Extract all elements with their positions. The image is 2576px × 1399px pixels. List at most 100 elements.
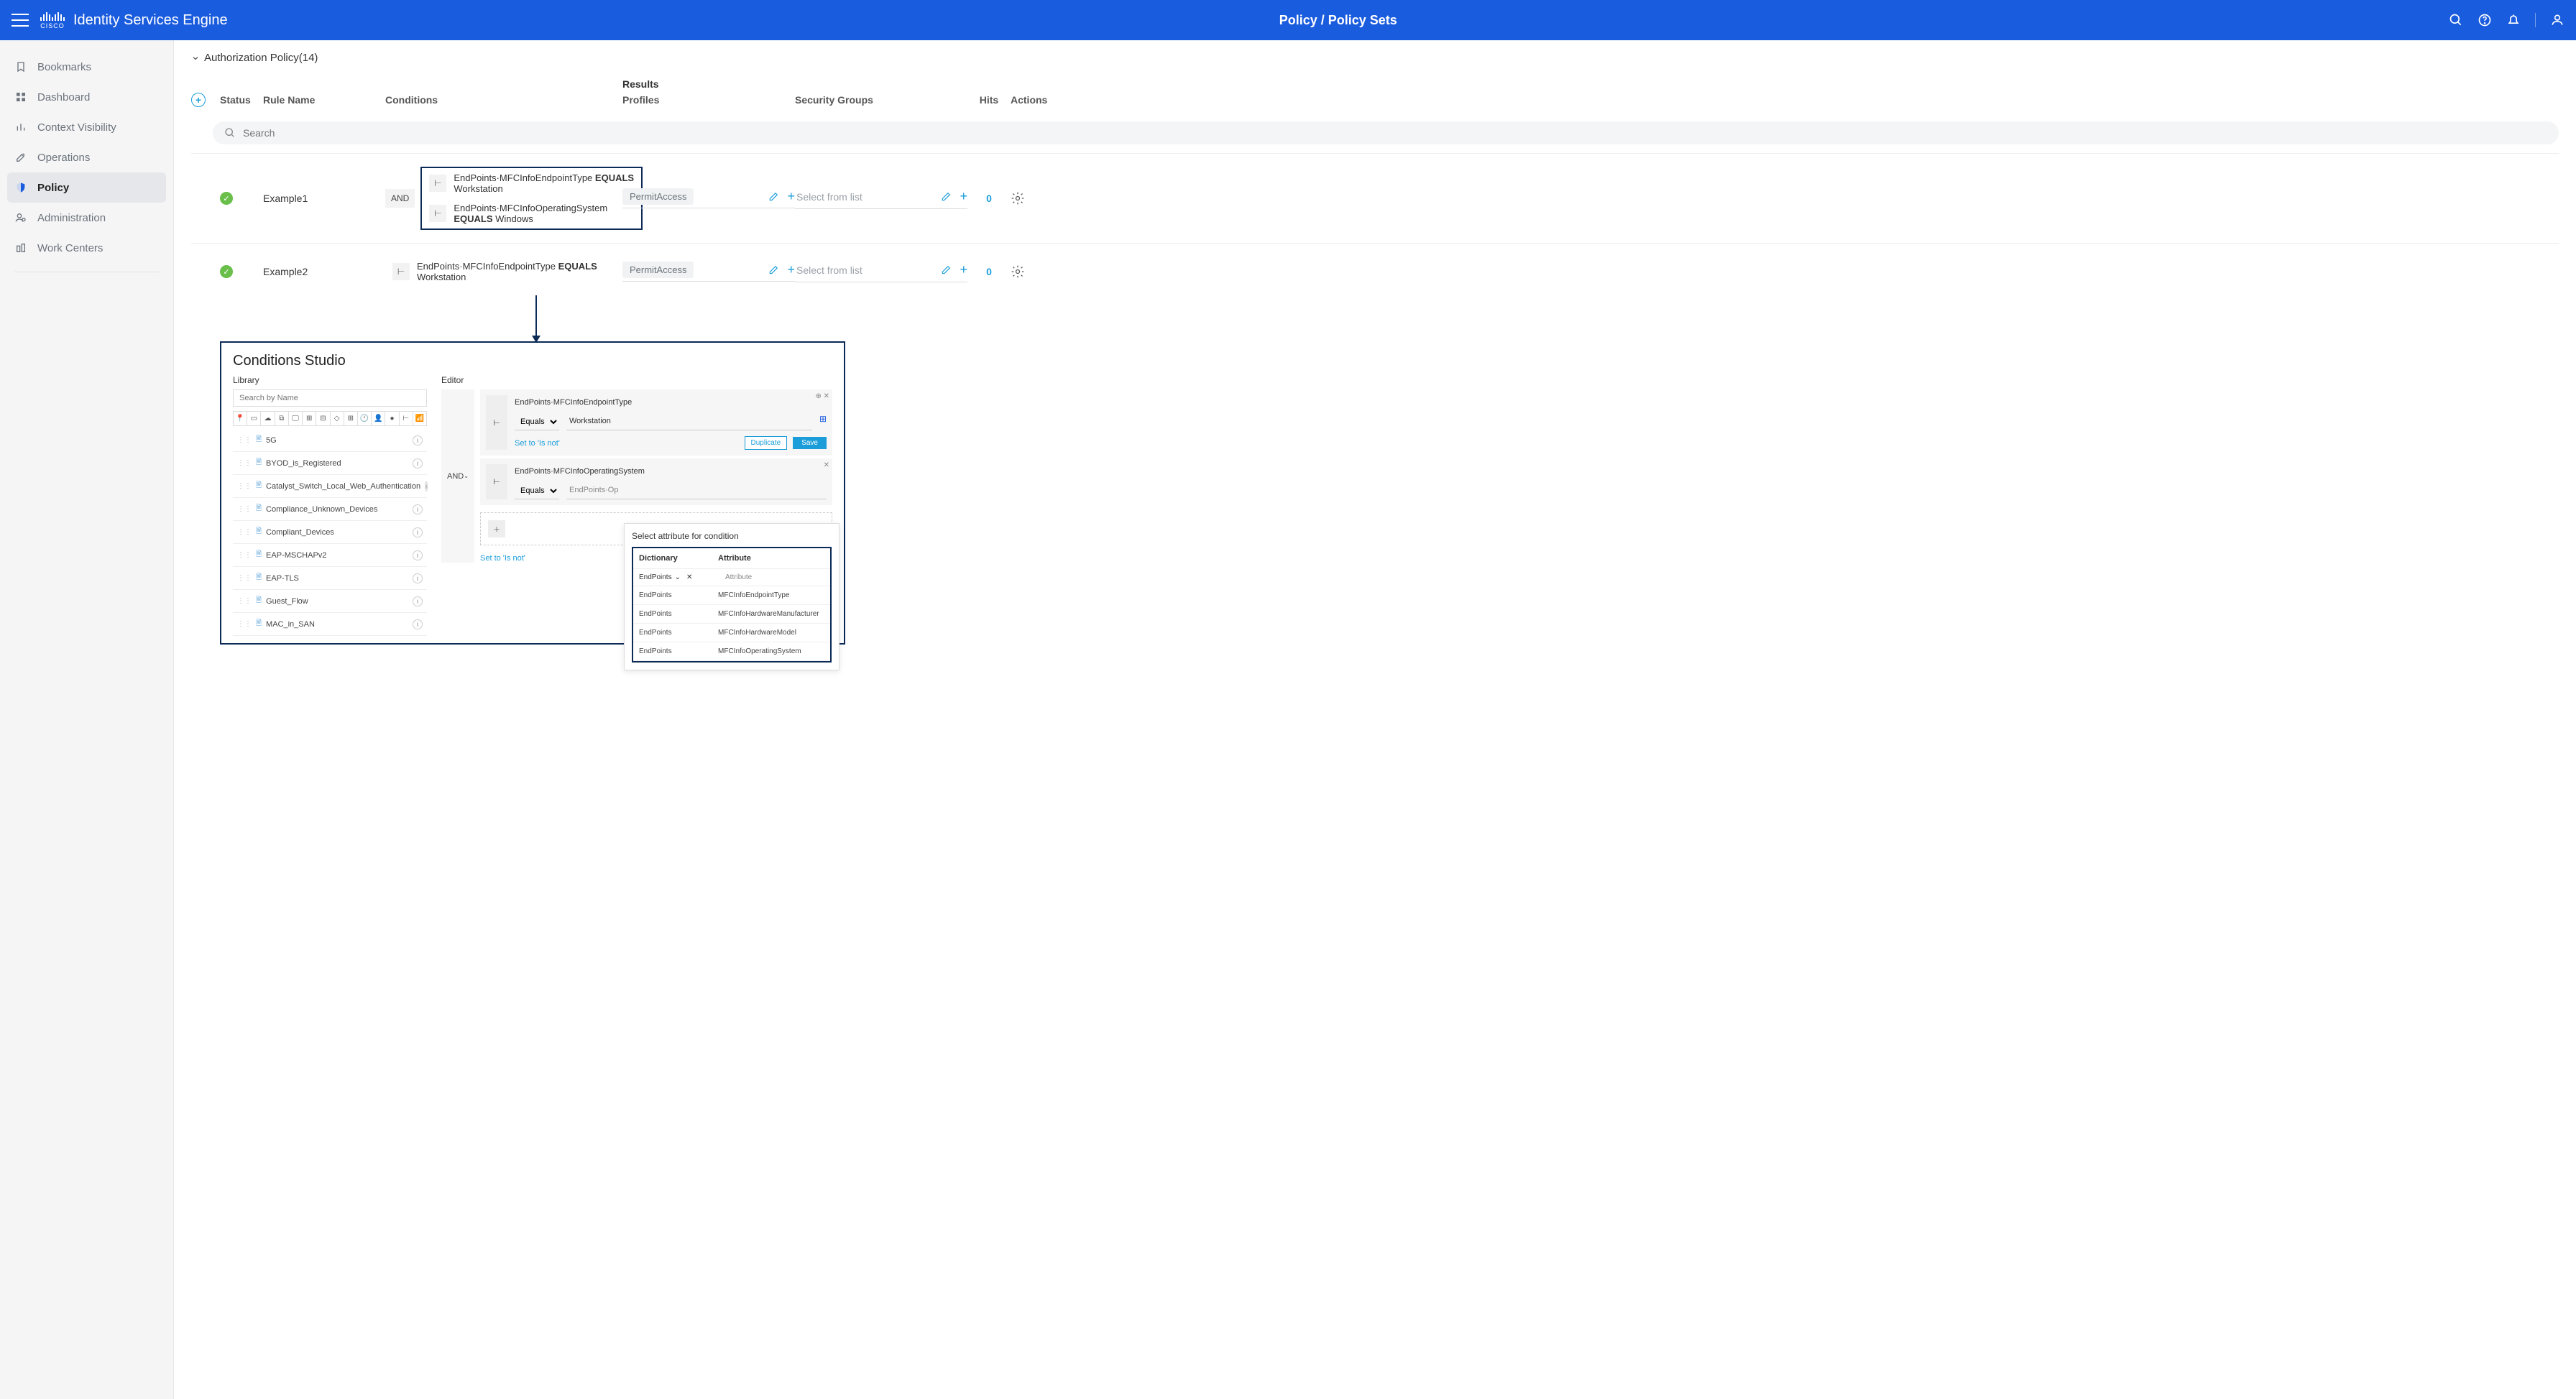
condition-attribute[interactable]: EndPoints·MFCInfoOperatingSystem xyxy=(515,464,827,479)
conditions-box[interactable]: ⊢ EndPoints·MFCInfoEndpointType EQUALSWo… xyxy=(420,167,643,230)
and-badge: AND xyxy=(385,189,415,208)
sidebar-item-operations[interactable]: Operations xyxy=(0,142,173,172)
info-icon[interactable]: i xyxy=(413,435,423,445)
value-input[interactable]: Workstation xyxy=(566,414,812,430)
conditions-box[interactable]: ⊢ EndPoints·MFCInfoEndpointType EQUALSWo… xyxy=(385,257,604,287)
filter-icon[interactable]: 🕐 xyxy=(358,412,372,425)
library-item[interactable]: ⋮⋮🗎EAP-MSCHAPv2i xyxy=(233,544,427,567)
row-actions-button[interactable] xyxy=(1011,264,1061,279)
add-icon[interactable]: + xyxy=(787,189,795,204)
library-item[interactable]: ⋮⋮🗎EAP-TLSi xyxy=(233,567,427,590)
drag-handle-icon[interactable]: ⋮⋮ xyxy=(237,597,252,605)
info-icon[interactable]: i xyxy=(413,458,423,468)
filter-location-icon[interactable]: 📍 xyxy=(234,412,247,425)
drag-handle-icon[interactable]: ⋮⋮ xyxy=(237,459,252,467)
filter-icon[interactable]: 👤 xyxy=(372,412,385,425)
col-attribute: Attribute xyxy=(718,554,751,563)
notification-icon[interactable] xyxy=(2506,13,2521,27)
value-input[interactable]: EndPoints·Op xyxy=(566,483,827,499)
drag-handle-icon[interactable]: ⋮⋮ xyxy=(237,528,252,536)
filter-icon[interactable]: ⧉ xyxy=(275,412,289,425)
operator-select[interactable]: Equals xyxy=(515,483,559,499)
drag-handle-icon[interactable]: ⋮⋮ xyxy=(237,436,252,444)
row-actions-button[interactable] xyxy=(1011,191,1061,206)
sidebar-item-dashboard[interactable]: Dashboard xyxy=(0,82,173,112)
filter-wifi-icon[interactable]: 📶 xyxy=(413,412,426,425)
document-icon: 🗎 xyxy=(256,595,262,607)
filter-icon[interactable]: ⊞ xyxy=(303,412,316,425)
info-icon[interactable]: i xyxy=(413,504,423,514)
save-button[interactable]: Save xyxy=(793,437,827,449)
filter-icon[interactable]: ⊞ xyxy=(344,412,358,425)
add-icon[interactable]: + xyxy=(960,189,967,204)
info-icon[interactable]: i xyxy=(413,573,423,583)
set-not-link[interactable]: Set to 'Is not' xyxy=(480,554,525,563)
filter-icon[interactable]: ⊟ xyxy=(316,412,330,425)
add-icon[interactable]: + xyxy=(787,262,795,277)
filter-icon[interactable]: ● xyxy=(385,412,399,425)
col-profiles: Profiles xyxy=(622,94,795,106)
duplicate-button[interactable]: Duplicate xyxy=(745,436,788,450)
sidebar-item-policy[interactable]: Policy xyxy=(7,172,166,203)
condition-attribute[interactable]: EndPoints·MFCInfoEndpointType xyxy=(515,395,827,410)
and-operator[interactable]: AND⌄ xyxy=(441,389,474,563)
library-item[interactable]: ⋮⋮🗎BYOD_is_Registeredi xyxy=(233,452,427,475)
duplicate-close-icons[interactable]: ⊕ ✕ xyxy=(815,392,829,400)
section-header[interactable]: Authorization Policy(14) xyxy=(191,52,2559,64)
user-icon[interactable] xyxy=(2550,13,2564,27)
search-input[interactable] xyxy=(243,127,2547,139)
attribute-row[interactable]: EndPointsMFCInfoHardwareModel xyxy=(633,624,830,642)
library-item[interactable]: ⋮⋮🗎Guest_Flowi xyxy=(233,590,427,613)
menu-icon[interactable] xyxy=(12,14,29,27)
filter-icon[interactable]: ▭ xyxy=(247,412,261,425)
edit-icon[interactable] xyxy=(768,192,778,202)
product-name: Identity Services Engine xyxy=(73,12,228,29)
filter-icon[interactable]: ◇ xyxy=(331,412,344,425)
edit-icon[interactable] xyxy=(768,265,778,275)
library-item[interactable]: ⋮⋮🗎5Gi xyxy=(233,429,427,452)
attribute-row[interactable]: EndPointsMFCInfoEndpointType xyxy=(633,586,830,605)
info-icon[interactable]: i xyxy=(413,550,423,560)
info-icon[interactable]: i xyxy=(413,527,423,537)
sidebar-item-bookmarks[interactable]: Bookmarks xyxy=(0,52,173,82)
info-icon[interactable]: i xyxy=(425,481,428,491)
library-item[interactable]: ⋮⋮🗎Compliant_Devicesi xyxy=(233,521,427,544)
operator-select[interactable]: Equals xyxy=(515,414,559,430)
sidebar-item-administration[interactable]: Administration xyxy=(0,203,173,233)
add-icon[interactable]: + xyxy=(960,262,967,277)
profile-select[interactable]: PermitAccess + xyxy=(622,188,795,208)
filter-icon[interactable]: ⊢ xyxy=(400,412,413,425)
drag-handle-icon[interactable]: ⋮⋮ xyxy=(237,551,252,559)
edit-icon[interactable] xyxy=(941,265,951,275)
sidebar-item-context-visibility[interactable]: Context Visibility xyxy=(0,112,173,142)
profile-select[interactable]: PermitAccess + xyxy=(622,262,795,282)
library-item-label: EAP-TLS xyxy=(266,574,299,583)
drag-handle-icon[interactable]: ⋮⋮ xyxy=(237,482,252,490)
info-icon[interactable]: i xyxy=(413,619,423,629)
attribute-filter[interactable]: Attribute xyxy=(725,573,752,581)
set-not-link[interactable]: Set to 'Is not' xyxy=(515,439,560,448)
info-icon[interactable]: i xyxy=(413,596,423,606)
add-rule-button[interactable]: + xyxy=(191,93,206,107)
security-group-select[interactable]: Select from list + xyxy=(795,188,967,209)
library-search-input[interactable] xyxy=(239,394,420,402)
attribute-row[interactable]: EndPointsMFCInfoOperatingSystem xyxy=(633,642,830,661)
search-icon[interactable] xyxy=(2449,13,2463,27)
edit-icon[interactable] xyxy=(941,192,951,202)
security-group-select[interactable]: Select from list + xyxy=(795,262,967,282)
close-icon[interactable]: ✕ xyxy=(824,461,829,469)
filter-icon[interactable]: ☁ xyxy=(261,412,275,425)
help-icon[interactable] xyxy=(2478,13,2492,27)
drag-handle-icon[interactable]: ⋮⋮ xyxy=(237,620,252,628)
sidebar-item-work-centers[interactable]: Work Centers xyxy=(0,233,173,263)
library-item-label: Compliance_Unknown_Devices xyxy=(266,505,377,514)
attribute-row[interactable]: EndPointsMFCInfoHardwareManufacturer xyxy=(633,605,830,624)
filter-icon[interactable]: 🖵 xyxy=(289,412,303,425)
library-item[interactable]: ⋮⋮🗎MAC_in_SANi xyxy=(233,613,427,636)
drag-handle-icon[interactable]: ⋮⋮ xyxy=(237,574,252,582)
drag-handle-icon[interactable]: ⋮⋮ xyxy=(237,505,252,513)
library-item[interactable]: ⋮⋮🗎Compliance_Unknown_Devicesi xyxy=(233,498,427,521)
library-item[interactable]: ⋮⋮🗎Catalyst_Switch_Local_Web_Authenticat… xyxy=(233,475,427,498)
dictionary-filter[interactable]: EndPoints⌄✕ xyxy=(639,573,718,581)
grid-icon[interactable]: ⊞ xyxy=(819,414,827,430)
